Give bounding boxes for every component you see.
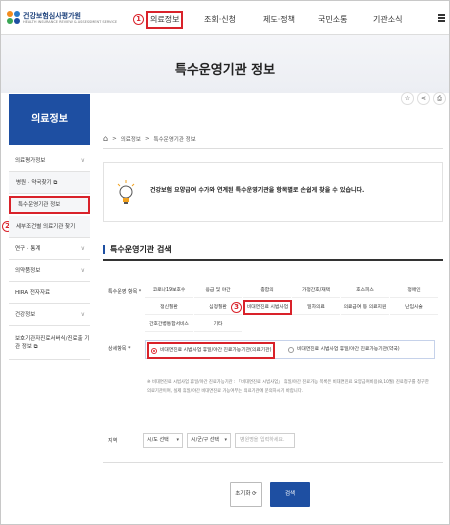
type-option[interactable]: 난임시술: [390, 300, 438, 315]
detail-label: 상세항목 *: [108, 346, 131, 352]
page-tools: ☆ ⋖ ⎙: [401, 92, 446, 105]
hospital-name-input[interactable]: 병원명을 입력하세요.: [235, 433, 295, 448]
sidebar-item-label: 특수운영기관 정보: [18, 202, 61, 208]
sidebar-item-label: HIRA 전자자료: [15, 290, 51, 296]
chevron-down-icon: ∨: [80, 245, 85, 252]
nav-item-policy[interactable]: 제도·정책: [263, 11, 295, 29]
favorite-icon[interactable]: ☆: [401, 92, 414, 105]
section-divider: [103, 259, 443, 261]
select-value: 시/군/구 선택: [191, 437, 219, 443]
detail-option-clinic[interactable]: 비대면진료 시범사업 휴일/야간 진료가능기관(의료기관): [147, 342, 276, 359]
share-icon[interactable]: ⋖: [417, 92, 430, 105]
sidebar-item-label: 세부조건별 의료기관 찾기: [16, 224, 76, 230]
breadcrumb-separator: >: [112, 135, 117, 142]
sidebar-item-label: 의료평가정보: [15, 158, 46, 164]
global-nav: 1 의료정보 조회·신청 제도·정책 국민소통 기관소식: [1, 11, 449, 29]
sigungu-select[interactable]: 시/군/구 선택 ▾: [187, 433, 231, 448]
type-option-selected[interactable]: 비대면진료 시범사업: [243, 300, 292, 315]
sidebar-item-detailed-search[interactable]: 세부조건별 의료기관 찾기: [9, 216, 90, 238]
reset-button[interactable]: 초기화 ⟳: [230, 482, 262, 507]
sidebar-item-hospital-search[interactable]: 병원 · 약국찾기 ⧉: [9, 172, 90, 194]
type-option[interactable]: 호스피스: [341, 283, 389, 298]
print-icon[interactable]: ⎙: [433, 92, 446, 105]
type-option[interactable]: 가정간호/재택: [292, 283, 340, 298]
sidebar-item-research[interactable]: 연구 · 통계 ∨: [9, 238, 90, 260]
sidebar-item-evaluation[interactable]: 의료평가정보 ∨: [9, 150, 90, 172]
sidebar-item-label: 건강정보: [15, 312, 36, 318]
type-option[interactable]: 간호간병통합서비스: [145, 317, 193, 332]
type-label: 특수운영 항목 *: [108, 289, 142, 295]
notice-box: 건강보험 요양급여 수가와 연계된 특수운영기관을 항목별로 손쉽게 찾을 수 …: [103, 162, 443, 222]
home-icon[interactable]: ⌂: [103, 134, 108, 143]
breadcrumb-separator: >: [144, 135, 150, 142]
sidebar-item-label: 연구 · 통계: [15, 246, 41, 252]
page-title: 특수운영기관 정보: [174, 63, 276, 78]
breadcrumb: ⌂ > 의료정보 > 특수운영기관 정보: [103, 134, 196, 143]
nav-item-medical-info[interactable]: 의료정보: [146, 11, 184, 29]
chevron-down-icon: ▾: [224, 437, 227, 443]
section-title: 특수운영기관 검색: [103, 245, 172, 254]
nav-item-news[interactable]: 기관소식: [373, 11, 402, 29]
type-option[interactable]: 코로나19보호수: [145, 283, 193, 298]
sidebar-item-label: 병원 · 약국찾기 ⧉: [16, 180, 58, 186]
site-header: 건강보험심사평가원 HEALTH INSURANCE REVIEW & ASSE…: [1, 1, 449, 35]
annotation-marker-1: 1: [133, 14, 144, 25]
sidebar-item-special-institutions[interactable]: 특수운영기관 정보: [9, 196, 90, 214]
chevron-down-icon: ▾: [176, 437, 179, 443]
region-row: 지역 시/도 선택 ▾ 시/군/구 선택 ▾ 병원명을 입력하세요.: [103, 428, 443, 458]
chevron-down-icon: ∨: [80, 311, 85, 318]
detail-option-pharmacy[interactable]: 비대면진료 시범사업 휴일/야간 진료가능기관(약국): [288, 341, 400, 358]
radio-unchecked-icon: [288, 346, 294, 353]
breadcrumb-level2: 특수운영기관 정보: [153, 136, 196, 143]
annotation-marker-3: 3: [231, 302, 242, 313]
radio-checked-icon: [151, 347, 157, 354]
type-option[interactable]: 정애인: [390, 283, 438, 298]
select-value: 시/도 선택: [147, 437, 169, 443]
sidebar-menu: 의료평가정보 ∨ 병원 · 약국찾기 ⧉ 특수운영기관 정보 세부조건별 의료기…: [9, 150, 90, 360]
type-option[interactable]: 종합의: [243, 283, 291, 298]
nav-item-communication[interactable]: 국민소통: [318, 11, 347, 29]
divider: [103, 462, 443, 463]
option-label: 비대면진료 시범사업 휴일/야간 진료가능기관(약국): [297, 347, 400, 352]
sidebar-item-label: 의약품정보: [15, 268, 41, 274]
sidebar-item-protection-institutions[interactable]: 보호기관자진료서버식/진료출 기관 정보 ⧉: [9, 326, 90, 360]
sidebar-item-label: 보호기관자진료서버식/진료출 기관 정보 ⧉: [15, 336, 90, 350]
type-option[interactable]: 응급 및 야간: [194, 283, 242, 298]
nav-item-inquiry[interactable]: 조회·신청: [204, 11, 236, 29]
sidebar-item-drug-info[interactable]: 의약품정보 ∨: [9, 260, 90, 282]
type-option[interactable]: 일차의료: [292, 300, 340, 315]
type-option[interactable]: 의료급여 등 의료지원: [341, 300, 389, 315]
chevron-down-icon: ∨: [80, 267, 85, 274]
region-label: 지역: [108, 438, 118, 444]
lightbulb-icon: [117, 180, 135, 204]
sidebar-title: 의료정보: [9, 94, 90, 145]
notice-note: ※ 비대면진료 시범사업 휴일/야간 진료가능기관 : 「비대면진료 시범사업」…: [147, 380, 429, 394]
sido-select[interactable]: 시/도 선택 ▾: [143, 433, 183, 448]
notice-text: 건강보험 요양급여 수가와 연계된 특수운영기관을 항목별로 손쉽게 찾을 수 …: [150, 187, 365, 194]
breadcrumb-level1[interactable]: 의료정보: [121, 135, 141, 143]
divider: [103, 148, 443, 149]
type-option[interactable]: 정신질환: [145, 300, 193, 315]
chevron-down-icon: ∨: [80, 157, 85, 164]
detail-options: 비대면진료 시범사업 휴일/야간 진료가능기관(의료기관) 비대면진료 시범사업…: [145, 340, 435, 359]
option-label: 비대면진료 시범사업 휴일/야간 진료가능기관(의료기관): [160, 348, 272, 353]
page-banner: 특수운영기관 정보: [1, 35, 449, 93]
search-button[interactable]: 검색: [270, 482, 310, 507]
type-option[interactable]: 기타: [194, 317, 242, 332]
sidebar-item-health-info[interactable]: 건강정보 ∨: [9, 304, 90, 326]
sidebar-item-hira-data[interactable]: HIRA 전자자료: [9, 282, 90, 304]
menu-icon[interactable]: [438, 14, 445, 23]
